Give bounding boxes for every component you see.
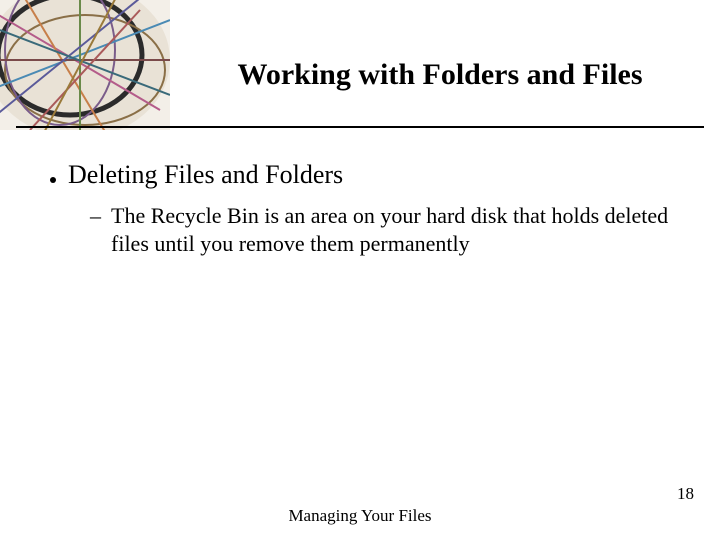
footer-center: Managing Your Files bbox=[0, 506, 720, 526]
bullet-dot-icon bbox=[50, 177, 56, 183]
sub-bullet-block: – The Recycle Bin is an area on your har… bbox=[90, 202, 680, 257]
sub-bullet-text: The Recycle Bin is an area on your hard … bbox=[111, 202, 680, 257]
bullet-row: Deleting Files and Folders bbox=[50, 160, 680, 190]
title-rule bbox=[16, 126, 704, 128]
page-number: 18 bbox=[677, 484, 694, 504]
slide-title: Working with Folders and Files bbox=[180, 58, 700, 92]
bullet-text: Deleting Files and Folders bbox=[68, 160, 343, 190]
decorative-sphere-icon bbox=[0, 0, 170, 130]
slide-body: Deleting Files and Folders – The Recycle… bbox=[50, 160, 680, 257]
title-wrap: Working with Folders and Files bbox=[180, 58, 700, 92]
slide: Working with Folders and Files Deleting … bbox=[0, 0, 720, 540]
dash-icon: – bbox=[90, 202, 101, 230]
slide-header: Working with Folders and Files bbox=[0, 0, 720, 130]
sub-bullet-row: – The Recycle Bin is an area on your har… bbox=[90, 202, 680, 257]
